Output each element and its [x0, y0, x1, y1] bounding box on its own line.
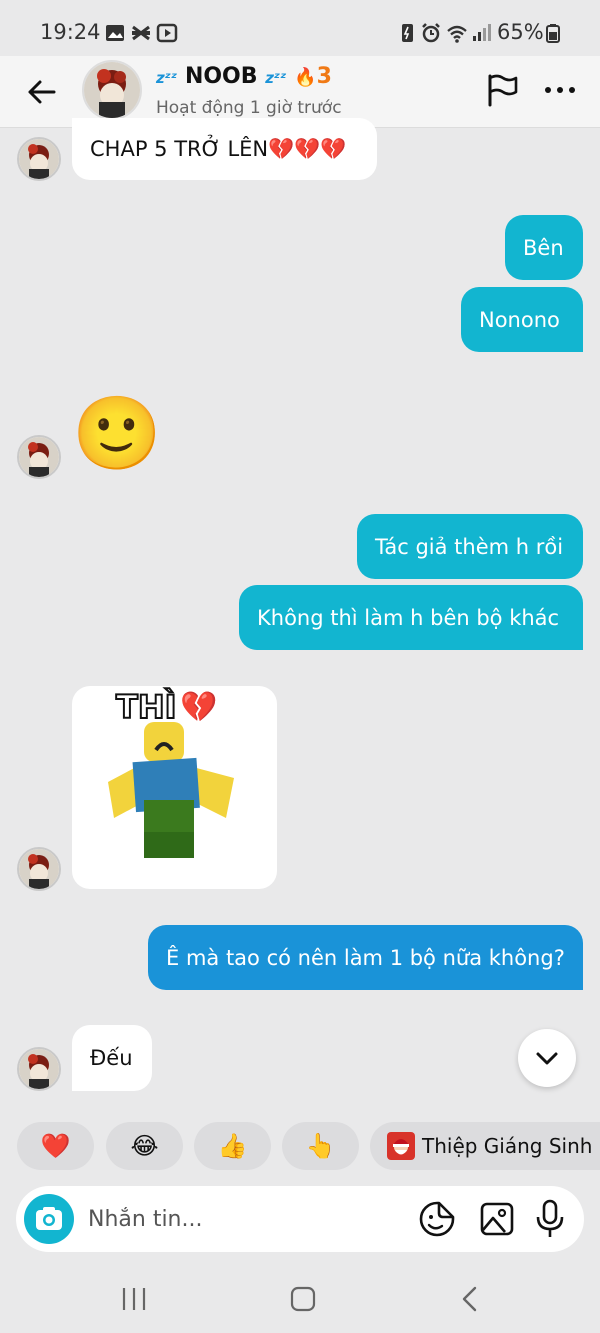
- camera-icon: [36, 1207, 62, 1230]
- heart-icon: ❤️: [40, 1132, 71, 1160]
- sticker-caption: THÌ: [115, 687, 177, 727]
- youtube-notification-icon: [156, 23, 178, 43]
- home-icon[interactable]: [288, 1284, 318, 1314]
- gallery-notification-icon: [106, 25, 124, 41]
- message-bubble-incoming[interactable]: Đếu: [72, 1025, 152, 1091]
- message-text: Bên: [523, 235, 564, 260]
- santa-card-icon: [387, 1132, 415, 1160]
- sleep-zzz-icon: zᶻᶻ: [265, 69, 287, 87]
- system-back-icon[interactable]: [456, 1284, 486, 1314]
- laughing-face-icon: 😂: [130, 1132, 159, 1160]
- message-bubble-outgoing[interactable]: Nonono: [461, 287, 583, 352]
- message-text: Không thì làm h bên bộ khác: [257, 605, 560, 630]
- noob-figure-icon: [108, 722, 234, 858]
- quick-reaction-laugh[interactable]: 😂: [106, 1122, 183, 1170]
- message-text: Nonono: [479, 307, 560, 332]
- chevron-down-icon: [536, 1052, 558, 1065]
- camera-button[interactable]: [24, 1194, 74, 1244]
- battery-icon: [546, 24, 560, 43]
- contact-name[interactable]: zᶻᶻ NOOB zᶻᶻ 🔥3: [156, 64, 332, 89]
- quick-reaction-heart[interactable]: ❤️: [17, 1122, 94, 1170]
- christmas-card-label: Thiệp Giáng Sinh: [422, 1134, 593, 1158]
- broken-heart-icon: 💔: [180, 690, 218, 725]
- quick-reaction-thumbs-up[interactable]: 👍: [194, 1122, 271, 1170]
- contact-name-text: NOOB: [184, 64, 258, 89]
- message-text: Tác giả thèm h rồi: [375, 534, 564, 559]
- contact-avatar[interactable]: [82, 60, 142, 120]
- message-bubble-outgoing[interactable]: Ê mà tao có nên làm 1 bộ nữa không?: [148, 925, 583, 990]
- message-text: Đếu: [90, 1046, 133, 1070]
- battery-percentage: 65%: [497, 20, 544, 44]
- status-time: 19:24: [40, 20, 101, 44]
- sender-avatar[interactable]: [17, 137, 61, 181]
- sender-avatar[interactable]: [17, 847, 61, 891]
- recent-apps-icon[interactable]: [118, 1284, 150, 1314]
- point-up-icon: 👆: [305, 1132, 336, 1160]
- sleep-zzz-icon: zᶻᶻ: [156, 69, 178, 87]
- back-arrow-icon[interactable]: [20, 70, 64, 114]
- scroll-to-bottom-button[interactable]: [518, 1029, 576, 1087]
- thumbs-up-icon: 👍: [217, 1132, 248, 1160]
- message-bubble-outgoing[interactable]: Không thì làm h bên bộ khác: [239, 585, 583, 650]
- battery-saver-icon: [402, 24, 413, 42]
- status-bar: 19:24 65%: [0, 0, 600, 64]
- contact-activity-status: Hoạt động 1 giờ trước: [156, 98, 342, 118]
- alarm-icon: [422, 23, 440, 43]
- system-navigation-bar: [0, 1262, 600, 1333]
- message-bubble-outgoing[interactable]: Tác giả thèm h rồi: [357, 514, 583, 579]
- message-text: Ê mà tao có nên làm 1 bộ nữa không?: [166, 945, 565, 970]
- sender-avatar[interactable]: [17, 435, 61, 479]
- christmas-card-button[interactable]: Thiệp Giáng Sinh: [370, 1122, 600, 1170]
- message-input[interactable]: [88, 1196, 388, 1242]
- capcut-notification-icon: [132, 25, 150, 41]
- signal-icon: [473, 24, 491, 41]
- microphone-icon[interactable]: [532, 1198, 568, 1240]
- streak-count: 3: [316, 64, 332, 89]
- fire-streak-icon: 🔥: [294, 67, 317, 88]
- image-icon[interactable]: [478, 1200, 516, 1238]
- more-options-icon[interactable]: [540, 70, 580, 110]
- message-composer: [16, 1186, 584, 1252]
- sticker-icon[interactable]: [418, 1200, 456, 1238]
- wifi-icon: [447, 25, 467, 43]
- message-text: CHAP 5 TRỞ LÊN💔💔💔: [90, 136, 347, 161]
- message-bubble-incoming[interactable]: CHAP 5 TRỞ LÊN💔💔💔: [72, 118, 377, 180]
- flag-icon[interactable]: [482, 70, 522, 110]
- quick-reaction-point-up[interactable]: 👆: [282, 1122, 359, 1170]
- emoji-message[interactable]: 🙂: [72, 392, 162, 474]
- sticker-message[interactable]: THÌ 💔: [72, 686, 277, 889]
- message-bubble-outgoing[interactable]: Bên: [505, 215, 583, 280]
- sender-avatar[interactable]: [17, 1047, 61, 1091]
